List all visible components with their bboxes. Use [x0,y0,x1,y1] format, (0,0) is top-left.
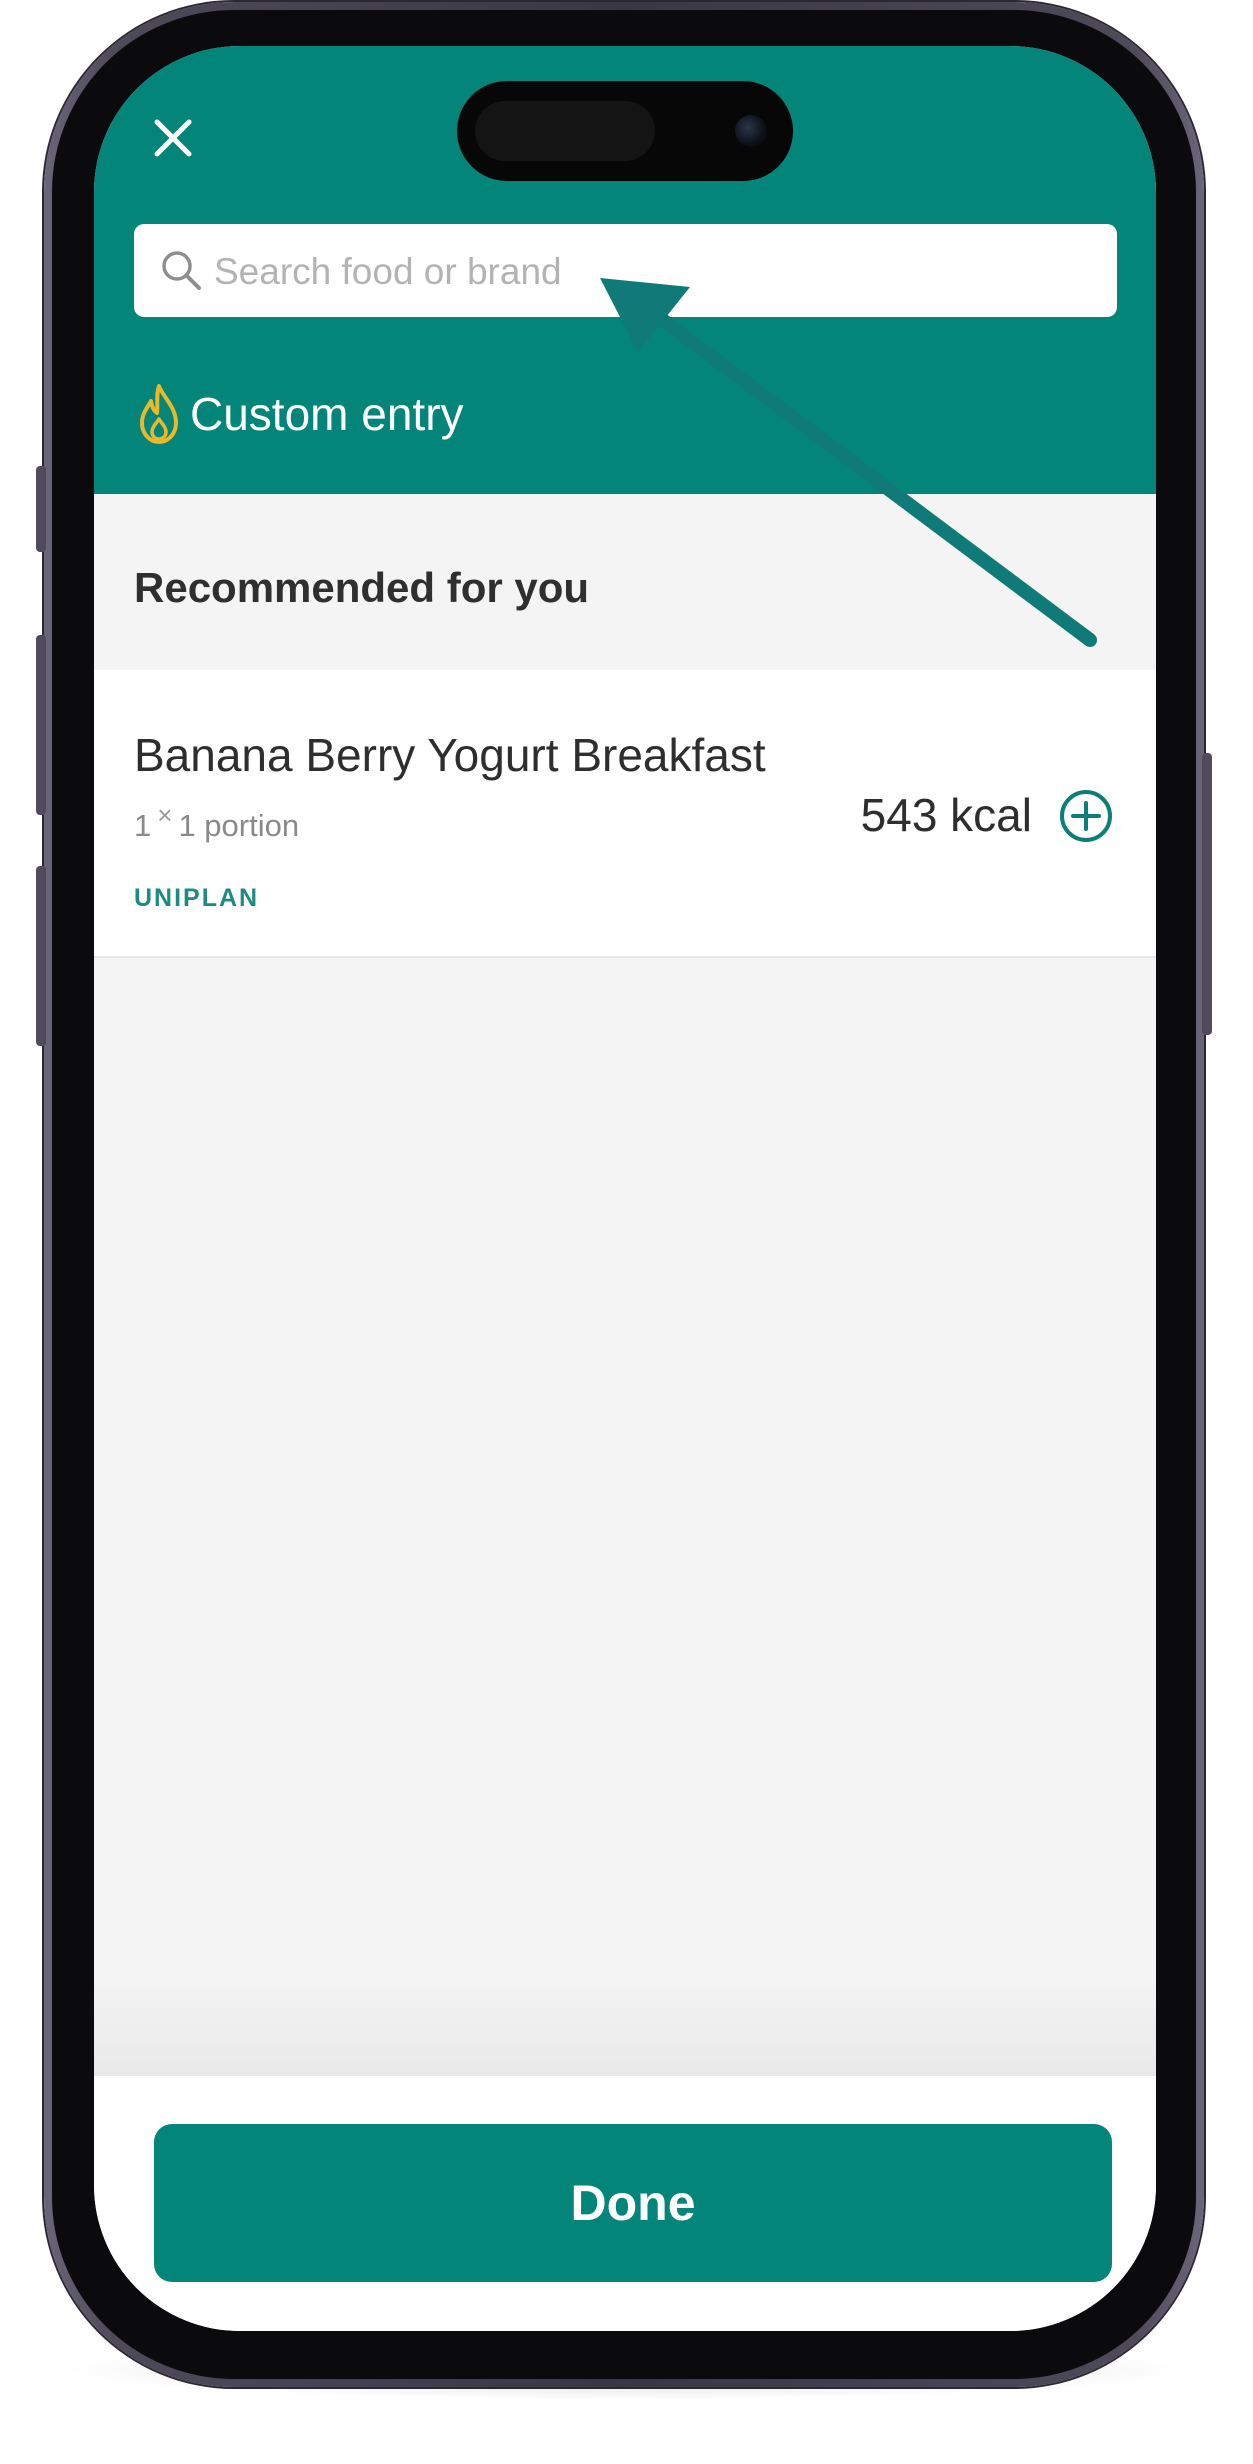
power-button [1202,753,1212,1035]
section-title: Recommended for you [134,564,590,611]
custom-entry-label: Custom entry [190,388,464,440]
close-button[interactable] [151,116,195,160]
app-screen: Custom entry Recommended for you Banana … [94,46,1156,2331]
food-calories: 543 kcal [860,789,1032,841]
device-mockup: Custom entry Recommended for you Banana … [0,0,1253,2464]
volume-up-button [36,635,46,815]
multiply-sign: × [157,800,173,830]
food-list-item[interactable]: Banana Berry Yogurt Breakfast 1 × 1 portio… [94,670,1156,958]
silent-switch [36,466,46,552]
close-icon [154,119,192,157]
food-name: Banana Berry Yogurt Breakfast [134,729,766,781]
search-icon [162,251,201,290]
done-button[interactable]: Done [154,2124,1112,2282]
search-bar[interactable] [134,224,1117,319]
search-header: Custom entry [94,46,1156,494]
camera-icon [735,115,767,147]
portion-quantity: 1 [134,808,152,843]
add-food-button[interactable] [1058,788,1114,844]
dynamic-island [457,81,793,181]
flame-icon [140,384,178,444]
food-portion: 1 × 1 portion [134,800,300,844]
footer-fade [94,1976,1156,2076]
portion-unit: 1 portion [178,808,300,843]
plus-circle-icon [1060,790,1112,842]
custom-entry-button[interactable]: Custom entry [138,380,464,448]
food-source-badge: UNIPLAN [134,884,260,912]
search-input[interactable] [212,224,1096,319]
volume-down-button [36,866,46,1046]
